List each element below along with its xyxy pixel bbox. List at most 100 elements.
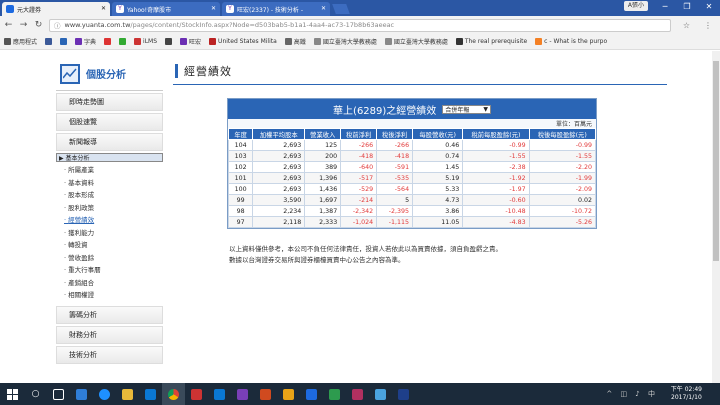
tab-yuanta[interactable]: 元大證券 ✕ — [2, 2, 110, 16]
app-icon[interactable] — [208, 383, 231, 405]
close-icon[interactable]: ✕ — [211, 5, 216, 12]
report-type-select[interactable]: 合併年報 ▼ — [442, 104, 491, 114]
sidebar-subitem[interactable]: · 獲利能力 — [64, 227, 163, 240]
sidebar-subitem-label: 產銷組合 — [68, 278, 95, 287]
star-icon[interactable]: ☆ — [683, 21, 690, 30]
reload-icon[interactable]: ↻ — [34, 20, 43, 30]
tab-macronix[interactable]: Y 旺宏(2337) - 技術分析 - ✕ — [222, 2, 330, 16]
url-field[interactable]: ⓘ www.yuanta.com.tw/pages/content/StockI… — [49, 18, 671, 32]
sidebar-item-news[interactable]: 新聞報導 — [56, 133, 163, 151]
windows-start-icon[interactable] — [0, 383, 24, 405]
bookmark-item[interactable] — [165, 38, 173, 45]
table-row: 98 2,234 1,387 -2,342 -2,395 3.86 -10.48 -10.72 — [227, 205, 597, 217]
app-icon[interactable] — [185, 383, 208, 405]
bookmark-item[interactable]: 國立臺灣大學教務處 — [384, 37, 448, 46]
table-cell: 5 — [376, 194, 414, 206]
explorer-icon[interactable] — [116, 383, 139, 405]
scrollbar-thumb[interactable] — [713, 61, 719, 261]
sidebar-item-realtime[interactable]: 即時走勢圖 — [56, 93, 163, 111]
user-badge[interactable]: A張小 — [623, 1, 648, 11]
bookmark-item[interactable] — [60, 38, 68, 45]
sidebar-subitem[interactable]: · 重大行事曆 — [64, 264, 163, 277]
app-icon[interactable] — [254, 383, 277, 405]
clock[interactable]: 下午 02:49 2017/1/10 — [671, 386, 702, 402]
bookmark-label: 旺宏 — [189, 39, 202, 46]
scrollbar[interactable] — [712, 51, 720, 383]
sidebar-subitem[interactable]: · 轉投資 — [64, 239, 163, 252]
ie-icon[interactable] — [93, 383, 116, 405]
sidebar-subitem[interactable]: · 產銷組合 — [64, 277, 163, 290]
sidebar-item-chips[interactable]: 籌碼分析 — [56, 305, 163, 324]
sidebar-item-financial[interactable]: 財務分析 — [56, 325, 163, 344]
sidebar-subitem[interactable]: · 經營績效 — [64, 214, 163, 227]
maximize-icon[interactable]: ❐ — [676, 0, 698, 14]
sidebar-subitem[interactable]: · 所屬產業 — [64, 164, 163, 177]
bookmark-item[interactable]: 高鐵 — [284, 37, 306, 46]
table-row: 104 2,693 125 -266 -266 0.46 -0.99 -0.99 — [227, 139, 597, 151]
bookmark-label: 字典 — [84, 39, 97, 46]
sidebar-subitem[interactable]: · 股利政策 — [64, 202, 163, 215]
close-window-icon[interactable]: ✕ — [698, 0, 720, 14]
tab-yahoo[interactable]: Y Yahoo!奇摩股市 ✕ — [112, 2, 220, 16]
forward-icon[interactable]: → — [19, 20, 28, 30]
bookmark-label: 應用程式 — [13, 39, 38, 46]
task-view-icon[interactable] — [47, 383, 70, 405]
table-cell: -535 — [376, 172, 414, 184]
table-cell: 98 — [227, 205, 254, 217]
sidebar-subitem[interactable]: · 相關權證 — [64, 289, 163, 302]
back-icon[interactable]: ← — [4, 20, 13, 30]
table-cell: 2,234 — [252, 205, 306, 217]
app-icon[interactable] — [231, 383, 254, 405]
app-icon[interactable] — [346, 383, 369, 405]
bookmark-item[interactable]: United States Milita — [209, 38, 277, 45]
column-header: 加權平均股本 — [252, 128, 306, 140]
table-cell: 125 — [304, 139, 342, 151]
menu-icon[interactable]: ⋮ — [704, 21, 712, 30]
bookmark-item[interactable] — [104, 38, 112, 45]
bookmark-item[interactable]: The real prerequisite — [455, 38, 527, 45]
search-icon[interactable]: ○ — [24, 383, 47, 405]
table-cell: 97 — [227, 216, 254, 228]
sidebar-subitem[interactable]: · 股本形成 — [64, 189, 163, 202]
edge-icon[interactable] — [70, 383, 93, 405]
close-icon[interactable]: ✕ — [321, 5, 326, 12]
chrome-icon[interactable] — [162, 383, 185, 405]
bookmark-item[interactable]: 應用程式 — [4, 37, 37, 46]
bookmark-item[interactable]: iLMS — [134, 38, 157, 45]
bookmark-item[interactable]: 旺宏 — [180, 37, 201, 46]
store-icon[interactable] — [139, 383, 162, 405]
sidebar-subitem[interactable]: · 營收盈餘 — [64, 252, 163, 265]
sidebar-subitem-label: 股利政策 — [68, 203, 95, 212]
bookmark-item[interactable] — [119, 38, 127, 45]
system-tray-icons[interactable]: ^ ◫ ♪ 中 — [606, 389, 658, 399]
page-info-icon[interactable]: ⓘ — [54, 20, 61, 30]
sidebar-subitem[interactable]: · 基本資料 — [64, 177, 163, 190]
disclaimer-line: 以上資料僅供參考，本公司不負任何法律責任，投資人若依此以為買賣依據，須自負盈虧之… — [229, 245, 502, 253]
app-icon[interactable] — [300, 383, 323, 405]
table-cell: 3.86 — [412, 205, 464, 217]
close-icon[interactable]: ✕ — [101, 5, 106, 12]
main-header: 經營績效 — [173, 57, 667, 85]
sidebar-item-overview[interactable]: 個股速覽 — [56, 113, 163, 131]
table-cell: -2,342 — [340, 205, 378, 217]
app-icon[interactable] — [277, 383, 300, 405]
sidebar-item-fundamental[interactable]: ▶ 基本分析 — [56, 153, 163, 162]
bookmark-item[interactable]: 字典 — [75, 37, 96, 46]
column-header: 稅前每股盈餘(元) — [462, 128, 530, 140]
bookmark-item[interactable] — [45, 38, 53, 45]
app-icon[interactable] — [323, 383, 346, 405]
sidebar-item-technical[interactable]: 技術分析 — [56, 345, 163, 364]
app-icon[interactable] — [392, 383, 415, 405]
disclaimer: 以上資料僅供參考，本公司不負任何法律責任，投資人若依此以為買賣依據，須自負盈虧之… — [229, 244, 629, 266]
bookmark-icon — [119, 38, 127, 45]
table-cell: -418 — [340, 150, 378, 162]
minimize-icon[interactable]: ─ — [654, 0, 676, 14]
table-cell: 1.45 — [412, 161, 464, 173]
bookmark-item[interactable]: c - What is the purpo — [535, 38, 607, 45]
bookmark-item[interactable]: 國立臺灣大學教務處 — [313, 37, 377, 46]
column-header: 每股營收(元) — [412, 128, 464, 140]
table-cell: 0.46 — [412, 139, 464, 151]
app-icon[interactable] — [369, 383, 392, 405]
table-cell: -266 — [376, 139, 414, 151]
new-tab-button[interactable] — [332, 4, 350, 14]
